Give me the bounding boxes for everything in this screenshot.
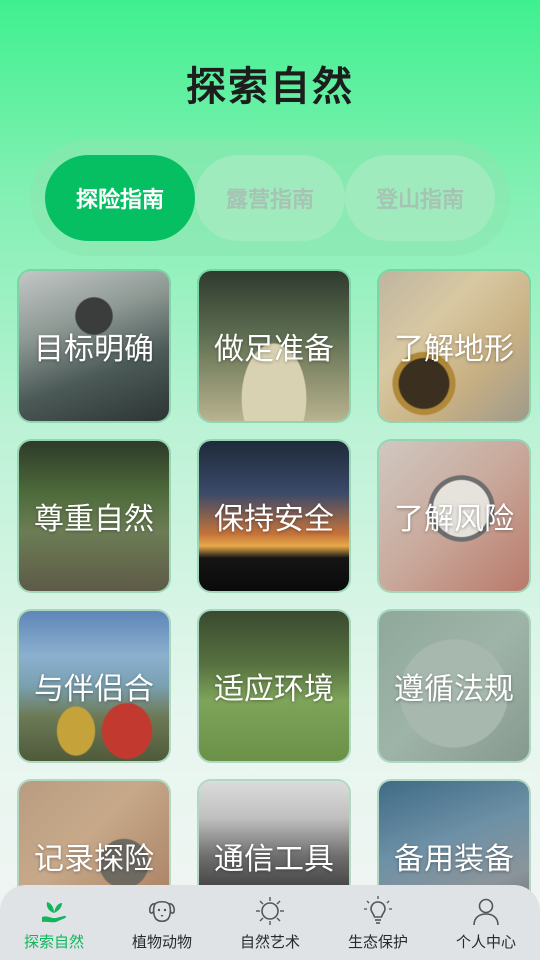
sun-icon xyxy=(256,897,284,925)
card-prepare[interactable]: 做足准备 xyxy=(199,271,349,421)
card-label: 与伴侣合 xyxy=(34,672,154,707)
lightbulb-icon xyxy=(364,896,392,924)
card-label: 保持安全 xyxy=(214,502,334,537)
card-stay-safe[interactable]: 保持安全 xyxy=(199,441,349,591)
card-adapt[interactable]: 适应环境 xyxy=(199,611,349,761)
tab-bar: 探险指南 露营指南 登山指南 xyxy=(30,140,510,256)
card-label: 尊重自然 xyxy=(34,502,154,537)
tab-camping-guide[interactable]: 露营指南 xyxy=(195,155,345,241)
nav-explore-nature[interactable]: 探索自然 xyxy=(0,885,108,960)
sprout-hand-icon xyxy=(42,902,67,923)
tab-climbing-guide[interactable]: 登山指南 xyxy=(345,155,495,241)
card-label: 了解地形 xyxy=(394,332,514,367)
tab-explore-guide[interactable]: 探险指南 xyxy=(45,155,195,241)
card-partner[interactable]: 与伴侣合 xyxy=(19,611,169,761)
nav-label: 生态保护 xyxy=(347,933,408,951)
card-label: 记录探险 xyxy=(34,842,154,877)
card-regulations[interactable]: 遵循法规 xyxy=(379,611,529,761)
dog-icon xyxy=(149,900,175,923)
nav-eco-protection[interactable]: 生态保护 xyxy=(324,885,432,960)
card-label: 备用装备 xyxy=(394,842,514,877)
card-label: 目标明确 xyxy=(34,332,154,367)
card-know-risks[interactable]: 了解风险 xyxy=(379,441,529,591)
card-label: 遵循法规 xyxy=(394,672,514,707)
card-goal[interactable]: 目标明确 xyxy=(19,271,169,421)
card-label: 了解风险 xyxy=(394,502,514,537)
nav-nature-art[interactable]: 自然艺术 xyxy=(216,885,324,960)
nav-label: 探索自然 xyxy=(23,933,84,951)
card-respect-nature[interactable]: 尊重自然 xyxy=(19,441,169,591)
bottom-nav: 探索自然 植物动物 自然艺术 生态保护 个人中心 xyxy=(0,885,540,960)
nav-label: 自然艺术 xyxy=(239,933,300,951)
nav-plants-animals[interactable]: 植物动物 xyxy=(108,885,216,960)
nav-label: 植物动物 xyxy=(131,933,192,951)
card-label: 做足准备 xyxy=(214,332,334,367)
card-label: 通信工具 xyxy=(214,842,334,877)
nav-profile[interactable]: 个人中心 xyxy=(432,885,540,960)
page-title: 探索自然 xyxy=(186,64,354,110)
card-terrain[interactable]: 了解地形 xyxy=(379,271,529,421)
card-label: 适应环境 xyxy=(214,672,334,707)
user-icon xyxy=(473,898,499,926)
nav-label: 个人中心 xyxy=(455,933,516,951)
